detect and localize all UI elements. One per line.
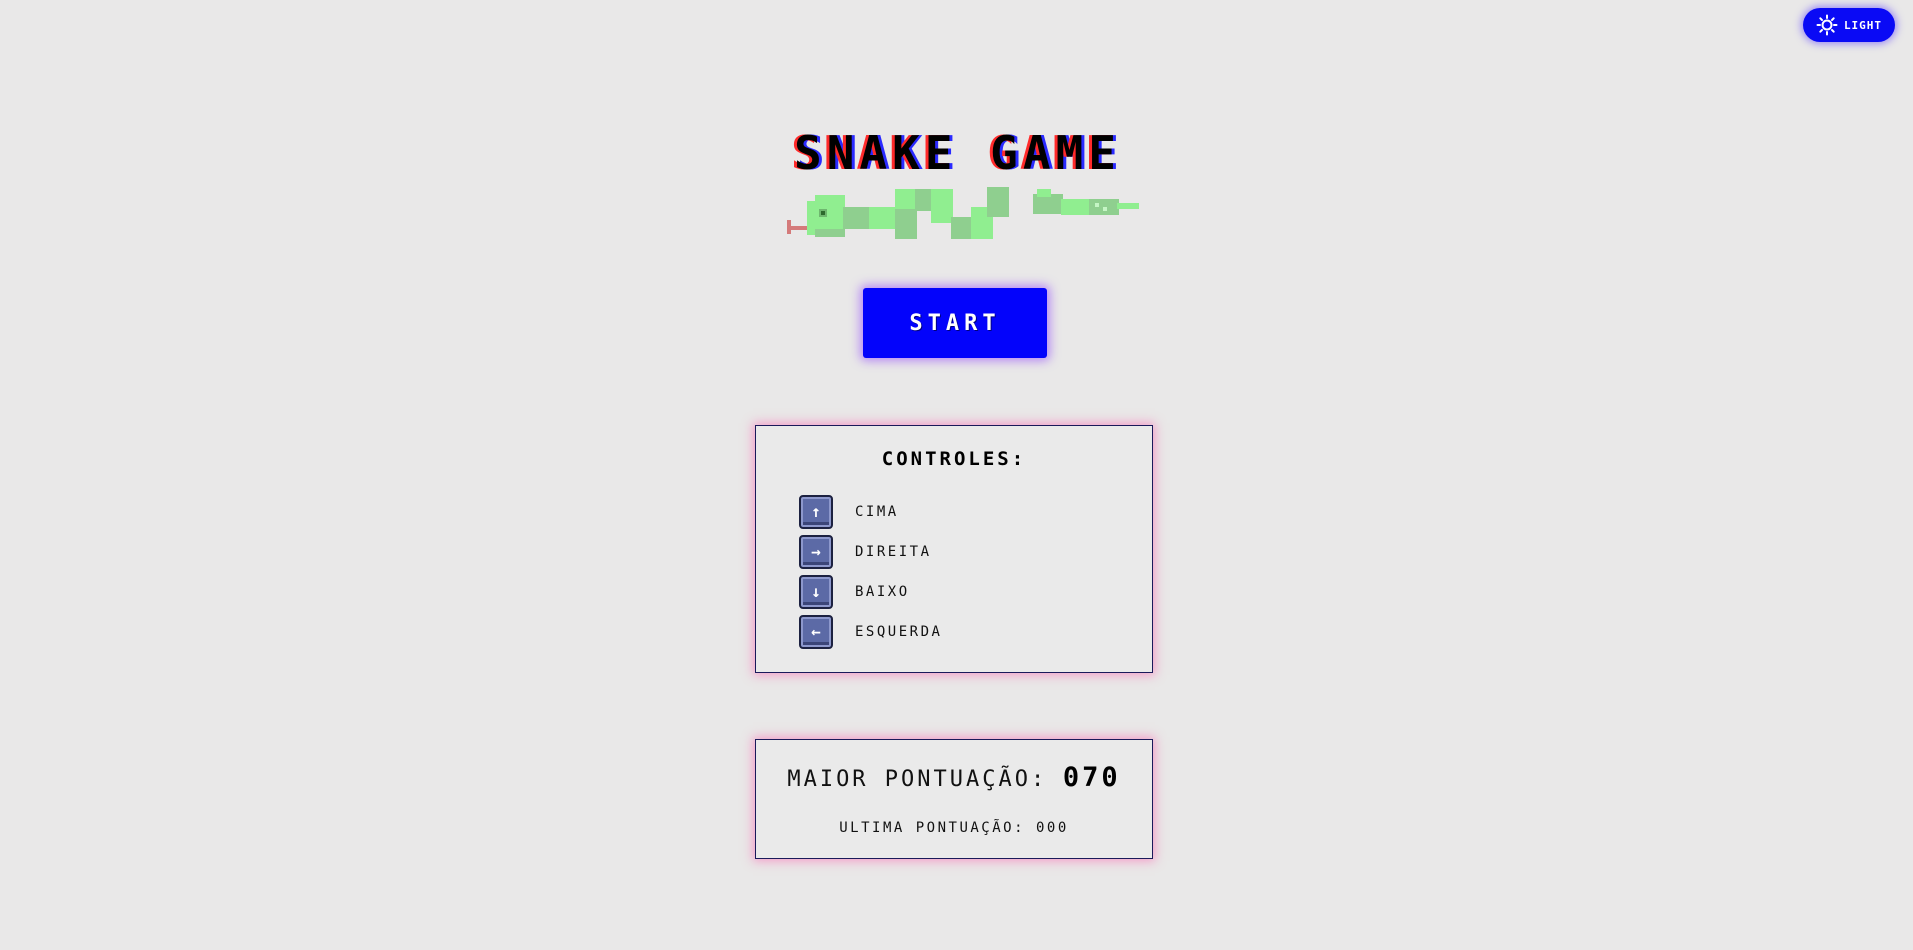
high-score-label: MAIOR PONTUAÇÃO: bbox=[787, 767, 1048, 792]
controls-title: CONTROLES: bbox=[881, 448, 1027, 470]
high-score: MAIOR PONTUAÇÃO: 070 bbox=[756, 762, 1152, 793]
control-label-down: BAIXO bbox=[855, 584, 910, 600]
control-row-right: → DIREITA bbox=[799, 534, 932, 570]
game-logo: SNAKE GAME bbox=[755, 125, 1160, 239]
control-label-left: ESQUERDA bbox=[855, 624, 943, 640]
high-score-value: 070 bbox=[1062, 762, 1121, 793]
arrow-right-key-icon: → bbox=[799, 535, 833, 569]
control-row-down: ↓ BAIXO bbox=[799, 574, 910, 610]
sun-icon bbox=[1816, 14, 1838, 36]
theme-toggle-button[interactable]: LIGHT bbox=[1803, 8, 1895, 42]
controls-panel: CONTROLES: ↑ CIMA → DIREITA ↓ BAIXO ← ES… bbox=[755, 425, 1153, 673]
last-score-label: ULTIMA PONTUAÇÃO: bbox=[839, 820, 1026, 836]
last-score-value: 000 bbox=[1035, 820, 1069, 836]
arrow-left-key-icon: ← bbox=[799, 615, 833, 649]
theme-toggle-label: LIGHT bbox=[1843, 18, 1883, 32]
start-button[interactable]: START bbox=[863, 288, 1047, 358]
control-label-right: DIREITA bbox=[855, 544, 932, 560]
arrow-down-key-icon: ↓ bbox=[799, 575, 833, 609]
control-row-up: ↑ CIMA bbox=[799, 494, 899, 530]
control-label-up: CIMA bbox=[855, 504, 899, 520]
last-score: ULTIMA PONTUAÇÃO: 000 bbox=[756, 820, 1152, 836]
arrow-up-key-icon: ↑ bbox=[799, 495, 833, 529]
snake-illustration bbox=[787, 187, 1139, 239]
control-row-left: ← ESQUERDA bbox=[799, 614, 942, 650]
scores-panel: MAIOR PONTUAÇÃO: 070 ULTIMA PONTUAÇÃO: 0… bbox=[755, 739, 1153, 859]
